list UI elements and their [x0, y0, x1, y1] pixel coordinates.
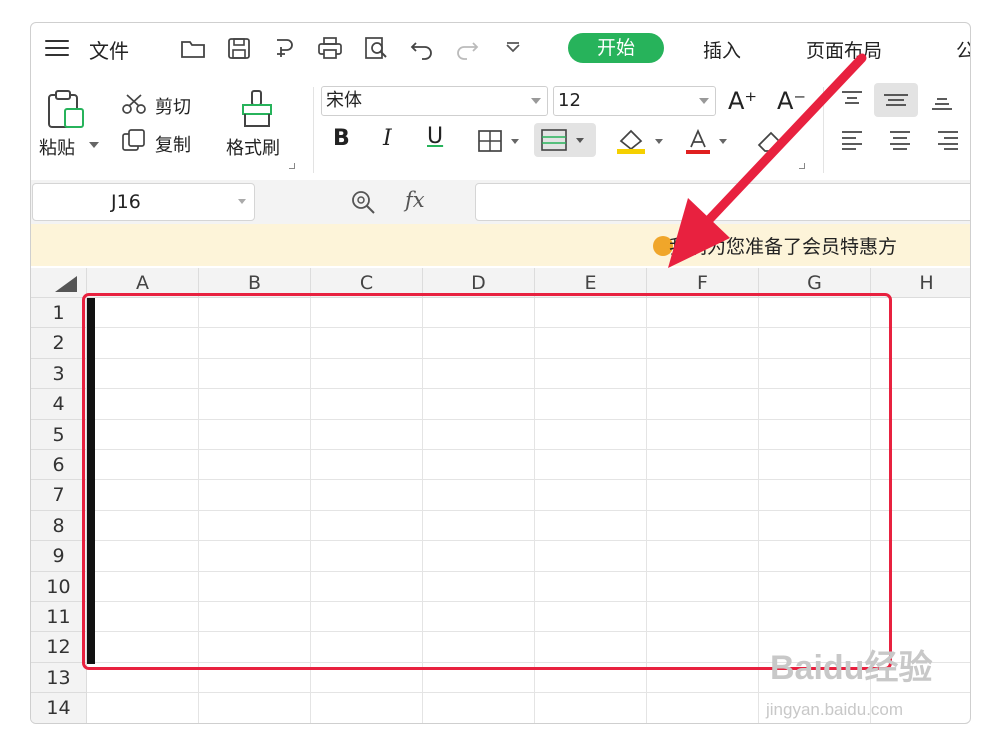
grid-cell[interactable] — [647, 693, 759, 723]
align-center-icon[interactable] — [887, 129, 913, 151]
ribbon-separator — [313, 87, 314, 173]
chevron-down-icon — [531, 98, 541, 104]
paste-dropdown-icon[interactable] — [89, 142, 99, 148]
chevron-down-icon — [699, 98, 709, 104]
print-preview-icon[interactable] — [362, 35, 390, 61]
hamburger-menu-icon[interactable] — [45, 40, 69, 56]
decrease-font-size-button[interactable]: A⁻ — [777, 87, 806, 115]
align-left-icon[interactable] — [839, 129, 865, 151]
print-icon[interactable] — [316, 35, 344, 61]
undo-icon[interactable] — [408, 35, 436, 61]
row-header[interactable]: 1 — [31, 298, 87, 329]
row-header[interactable]: 11 — [31, 602, 87, 633]
formula-input[interactable] — [475, 183, 970, 221]
scissors-icon[interactable] — [121, 93, 147, 115]
zoom-search-icon[interactable] — [349, 188, 379, 216]
font-color-dropdown-icon[interactable] — [719, 139, 727, 144]
copy-icon[interactable] — [121, 128, 147, 152]
bold-button[interactable]: B — [333, 126, 350, 151]
select-all-corner[interactable] — [31, 268, 87, 298]
italic-button[interactable]: I — [383, 126, 392, 151]
format-painter-icon[interactable] — [239, 89, 275, 129]
font-size-select[interactable]: 12 — [553, 86, 716, 116]
name-box-value: J16 — [111, 191, 141, 213]
row-header[interactable]: 13 — [31, 662, 87, 694]
tab-formula[interactable]: 公 — [956, 36, 970, 63]
borders-icon[interactable] — [477, 129, 503, 153]
align-bottom-icon[interactable] — [929, 89, 955, 111]
row-header[interactable]: 12 — [31, 632, 87, 663]
row-header[interactable]: 5 — [31, 419, 87, 450]
row-header[interactable]: 8 — [31, 510, 87, 542]
name-box[interactable]: J16 — [32, 183, 255, 221]
watermark-brand: Baidu经验 — [770, 649, 933, 687]
font-name-select[interactable]: 宋体 — [321, 86, 548, 116]
formula-bar: J16 fx — [31, 180, 970, 224]
row-header[interactable]: 3 — [31, 358, 87, 390]
paste-icon[interactable] — [45, 89, 87, 131]
tab-insert[interactable]: 插入 — [703, 36, 741, 63]
font-name-value: 宋体 — [326, 90, 362, 111]
row-header[interactable]: 2 — [31, 328, 87, 359]
export-pdf-icon[interactable] — [271, 35, 299, 61]
promo-text: 我们为您准备了会员特惠方 — [669, 236, 898, 258]
member-promo-banner[interactable]: 我们为您准备了会员特惠方 — [31, 224, 970, 266]
font-size-value: 12 — [558, 90, 581, 111]
grid-cell[interactable] — [311, 693, 423, 723]
open-folder-icon[interactable] — [179, 35, 207, 61]
menubar: 文件 开始 插入 页面布局 公 — [31, 23, 970, 75]
red-highlight-outline — [82, 293, 892, 670]
align-top-icon[interactable] — [839, 89, 865, 111]
row-header[interactable]: 7 — [31, 480, 87, 511]
file-menu[interactable]: 文件 — [89, 35, 129, 64]
eraser-icon[interactable] — [755, 127, 785, 155]
font-color-icon[interactable] — [683, 127, 713, 155]
quick-access-dropdown-icon[interactable] — [499, 35, 527, 61]
grid-cell[interactable] — [535, 693, 647, 723]
copy-button[interactable]: 复制 — [155, 131, 191, 157]
tab-start[interactable]: 开始 — [568, 33, 664, 63]
format-painter-button[interactable]: 格式刷 — [226, 134, 280, 160]
redo-icon[interactable] — [453, 35, 481, 61]
clipboard-group-corner — [289, 163, 295, 169]
fill-color-dropdown-icon[interactable] — [655, 139, 663, 144]
row-header[interactable]: 9 — [31, 541, 87, 572]
watermark-url: jingyan.baidu.com — [766, 700, 904, 719]
align-middle-button[interactable] — [874, 83, 918, 117]
grid-cell[interactable] — [199, 693, 311, 723]
borders-dropdown-icon[interactable] — [511, 139, 519, 144]
underline-button[interactable]: U — [427, 124, 443, 149]
ribbon-separator — [823, 87, 824, 173]
align-right-icon[interactable] — [935, 129, 961, 151]
save-icon[interactable] — [225, 35, 253, 61]
cut-button[interactable]: 剪切 — [155, 93, 191, 119]
grid-cell[interactable] — [87, 693, 199, 723]
insert-function-button[interactable]: fx — [405, 188, 425, 212]
fill-color-icon[interactable] — [615, 127, 649, 155]
row-header[interactable]: 6 — [31, 450, 87, 481]
chevron-down-icon — [238, 199, 246, 204]
tab-page-layout[interactable]: 页面布局 — [806, 36, 882, 63]
conditional-format-button[interactable] — [534, 123, 596, 157]
paste-button[interactable]: 粘贴 — [39, 134, 75, 160]
row-header[interactable]: 14 — [31, 693, 87, 723]
grid-cell[interactable] — [423, 693, 535, 723]
increase-font-size-button[interactable]: A⁺ — [728, 87, 757, 115]
font-group-corner — [799, 163, 805, 169]
spreadsheet-window: 文件 开始 插入 页面布局 公 — [30, 22, 971, 724]
row-header[interactable]: 4 — [31, 389, 87, 420]
row-header[interactable]: 10 — [31, 571, 87, 602]
